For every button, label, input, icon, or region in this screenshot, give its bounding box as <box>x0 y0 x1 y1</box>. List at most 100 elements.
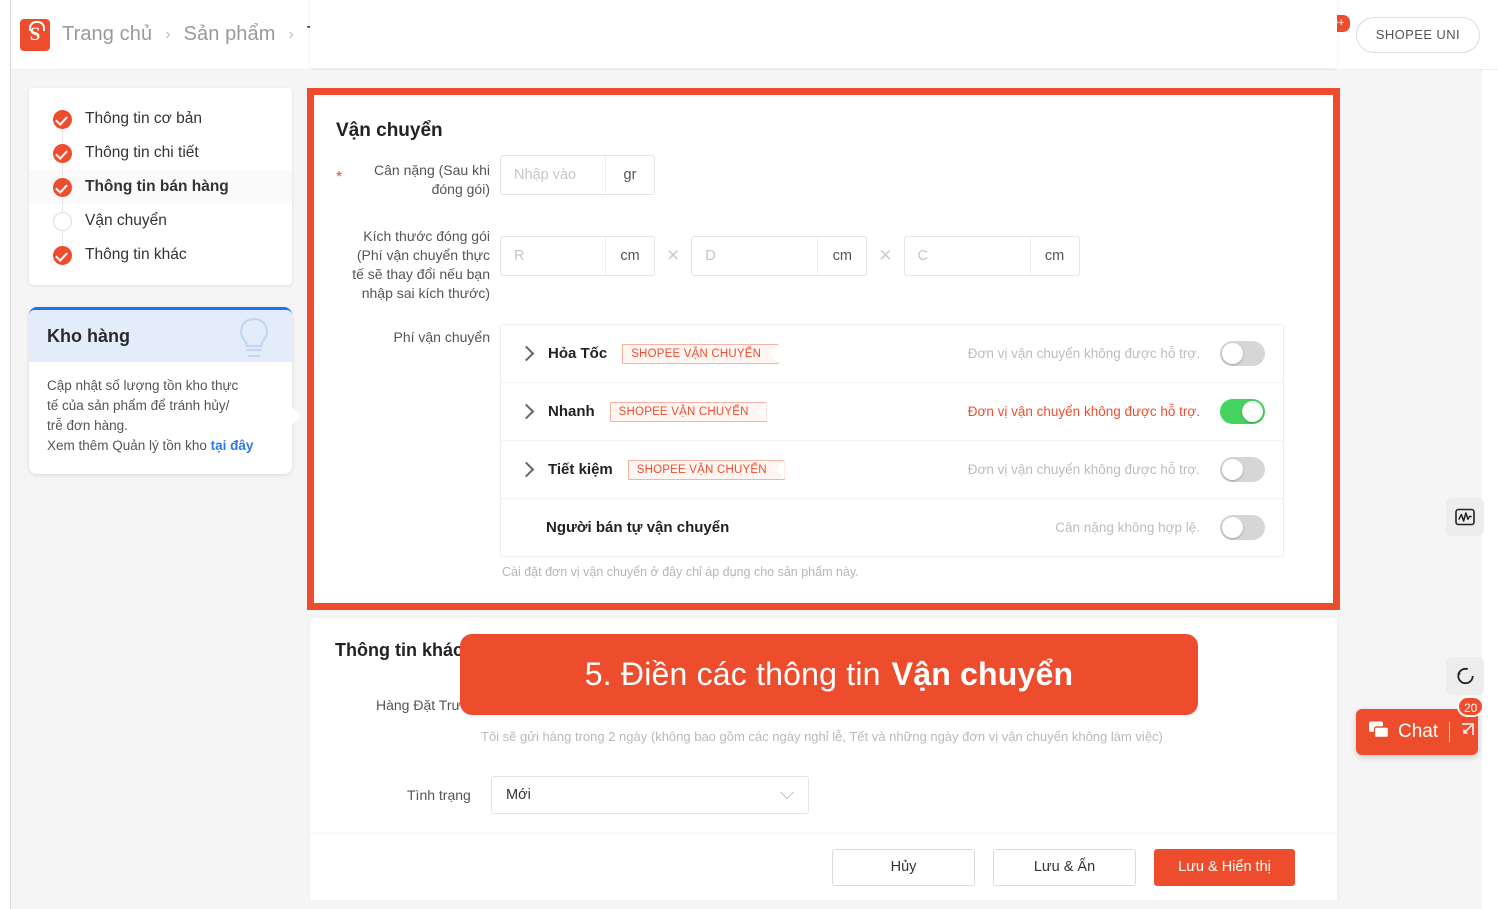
tip-card-pointer <box>291 406 301 426</box>
sidebar-item-label: Thông tin cơ bản <box>85 110 203 127</box>
sidebar-item-sales-info[interactable]: Thông tin bán hàng <box>29 170 292 204</box>
account-pill-button[interactable]: SHOPEE UNI <box>1355 16 1480 53</box>
weight-input-placeholder: Nhập vào <box>514 167 577 183</box>
condition-selected-value: Mới <box>506 787 531 803</box>
form-footer-bar: Hủy Lưu & Ẩn Lưu & Hiển thị <box>310 834 1337 900</box>
weight-required-marker: * <box>336 169 343 186</box>
condition-label: Tình trạng <box>407 787 471 803</box>
tip-card-body: Cập nhật số lượng tồn kho thực tế của sả… <box>29 362 292 474</box>
multiply-icon: ✕ <box>878 246 893 265</box>
inventory-management-link[interactable]: tại đây <box>211 438 254 453</box>
cancel-button[interactable]: Hủy <box>832 848 975 886</box>
dimension-height-input[interactable]: C cm <box>903 236 1080 276</box>
tip-body-line-2: tế của sản phẩm để tránh hủy/ <box>47 398 230 413</box>
dimensions-label-line-1: Kích thước đóng gói <box>363 228 490 244</box>
sidebar-item-label: Thông tin bán hàng <box>85 178 229 195</box>
save-and-show-button[interactable]: Lưu & Hiển thị <box>1154 848 1295 886</box>
activity-chart-icon[interactable] <box>1446 498 1484 536</box>
shipping-options-box: Hỏa Tốc SHOPEE VẬN CHUYỂN Đơn vị vận chu… <box>500 324 1284 557</box>
dimension-width-unit: cm <box>605 237 654 275</box>
shipping-option-message: Cân nặng không hợp lệ. <box>1055 520 1200 535</box>
chevron-down-icon <box>779 785 795 800</box>
shipping-option-toggle[interactable] <box>1220 515 1265 540</box>
dimension-length-placeholder: D <box>705 248 716 264</box>
dimension-height-unit: cm <box>1029 237 1079 275</box>
sidebar-item-label: Thông tin chi tiết <box>85 144 199 161</box>
sidebar-item-basic-info[interactable]: Thông tin cơ bản <box>29 102 292 136</box>
sidebar-item-label: Thông tin khác <box>85 246 187 263</box>
dimension-length-input[interactable]: D cm <box>691 236 868 276</box>
left-sidebar: Thông tin cơ bản Thông tin chi tiết Thôn… <box>29 88 301 474</box>
shipping-option-toggle[interactable] <box>1220 457 1265 482</box>
step-check-icon <box>53 177 72 197</box>
annotation-prefix: 5. Điền các thông tin <box>584 656 881 692</box>
shipping-option-name: Nhanh <box>548 403 595 420</box>
chevron-right-icon[interactable] <box>518 403 535 420</box>
toggle-knob <box>1222 459 1243 480</box>
dimension-width-placeholder: R <box>514 248 525 264</box>
lightbulb-icon <box>232 314 276 366</box>
shipping-option-name: Hỏa Tốc <box>548 345 608 362</box>
inventory-tip-card: Kho hàng Cập nhật số lượng tồn kho thực … <box>29 307 301 474</box>
shipping-option-toggle[interactable] <box>1220 399 1265 424</box>
weight-label: Cân nặng (Sau khi đóng gói) <box>350 161 490 199</box>
shipping-option-saving[interactable]: Tiết kiệm SHOPEE VẬN CHUYỂN Đơn vị vận c… <box>501 440 1283 498</box>
shipping-section-highlight: Vận chuyển * Cân nặng (Sau khi đóng gói)… <box>307 88 1340 610</box>
shipping-option-self-delivery[interactable]: Người bán tự vận chuyển Cân nặng không h… <box>501 498 1283 556</box>
shipping-section-title: Vận chuyển <box>336 120 443 141</box>
chat-button[interactable]: Chat <box>1356 709 1478 755</box>
sidebar-item-other-info[interactable]: Thông tin khác <box>29 238 292 272</box>
toggle-knob <box>1222 517 1243 538</box>
dimensions-label-line-4: nhập sai kích thước) <box>361 285 490 301</box>
sidebar-item-detail-info[interactable]: Thông tin chi tiết <box>29 136 292 170</box>
breadcrumb-item-products[interactable]: Sản phẩm <box>184 23 276 46</box>
dimensions-input-group: R cm ✕ D cm ✕ C cm <box>500 236 1080 276</box>
shipping-option-fast[interactable]: Nhanh SHOPEE VẬN CHUYỂN Đơn vị vận chuyể… <box>501 382 1283 440</box>
tip-card-header: Kho hàng <box>29 310 292 362</box>
tip-title: Kho hàng <box>47 325 130 346</box>
shopee-shipping-badge: SHOPEE VẬN CHUYỂN <box>627 459 785 480</box>
tip-body-line-1: Cập nhật số lượng tồn kho thực <box>47 378 239 393</box>
toggle-knob <box>1222 343 1243 364</box>
sidebar-item-shipping[interactable]: Vận chuyển <box>29 204 292 238</box>
tip-body-line-4: Xem thêm Quản lý tồn kho <box>47 438 211 453</box>
chevron-right-icon[interactable] <box>518 345 535 362</box>
condition-select[interactable]: Mới <box>491 776 809 814</box>
save-and-hide-button[interactable]: Lưu & Ẩn <box>993 848 1136 886</box>
step-check-icon <box>53 143 72 163</box>
loading-spinner-icon[interactable] <box>1446 657 1484 695</box>
shipping-options-note: Cài đặt đơn vị vận chuyển ở đây chỉ áp d… <box>502 565 859 579</box>
weight-unit-label: gr <box>605 156 654 194</box>
breadcrumb-item-home[interactable]: Trang chủ <box>62 23 152 46</box>
sidebar-item-label: Vận chuyển <box>85 212 167 229</box>
dimension-width-input[interactable]: R cm <box>500 236 655 276</box>
other-info-title: Thông tin khác <box>335 640 463 660</box>
weight-label-line-1: Cân nặng (Sau khi <box>374 162 490 178</box>
preorder-note: Tôi sẽ gửi hàng trong 2 ngày (không bao … <box>481 729 1163 744</box>
shipping-option-message: Đơn vị vận chuyển không được hỗ trợ. <box>967 346 1200 361</box>
step-empty-circle-icon <box>53 211 72 231</box>
right-edge-strip <box>1482 70 1498 909</box>
annotation-banner: 5. Điền các thông tin Vận chuyển <box>460 634 1198 715</box>
shipping-option-name: Tiết kiệm <box>548 461 613 478</box>
shipping-option-message: Đơn vị vận chuyển không được hỗ trợ. <box>967 404 1200 419</box>
chat-bubble-icon <box>1368 720 1390 745</box>
shipping-option-name: Người bán tự vận chuyển <box>546 519 730 536</box>
shipping-option-message: Đơn vị vận chuyển không được hỗ trợ. <box>967 462 1200 477</box>
shipping-option-express[interactable]: Hỏa Tốc SHOPEE VẬN CHUYỂN Đơn vị vận chu… <box>501 325 1283 382</box>
toggle-knob <box>1242 401 1263 422</box>
step-progress-card: Thông tin cơ bản Thông tin chi tiết Thôn… <box>29 88 292 285</box>
breadcrumb-separator: › <box>165 25 171 43</box>
chevron-right-icon[interactable] <box>518 461 535 478</box>
main-content-column: Vận chuyển * Cân nặng (Sau khi đóng gói)… <box>307 0 1340 909</box>
shopee-bag-icon[interactable]: S <box>20 18 50 51</box>
previous-section-card <box>310 0 1337 68</box>
shipping-section: Vận chuyển * Cân nặng (Sau khi đóng gói)… <box>314 95 1333 603</box>
expand-arrow-icon[interactable] <box>1460 722 1475 742</box>
shopee-shipping-badge: SHOPEE VẬN CHUYỂN <box>609 401 767 422</box>
weight-input[interactable]: Nhập vào gr <box>500 155 655 195</box>
dimensions-label-line-2: (Phí vận chuyển thực <box>356 247 490 263</box>
shipping-option-toggle[interactable] <box>1220 341 1265 366</box>
shopee-bag-letter: S <box>29 23 41 45</box>
dimension-length-unit: cm <box>817 237 866 275</box>
